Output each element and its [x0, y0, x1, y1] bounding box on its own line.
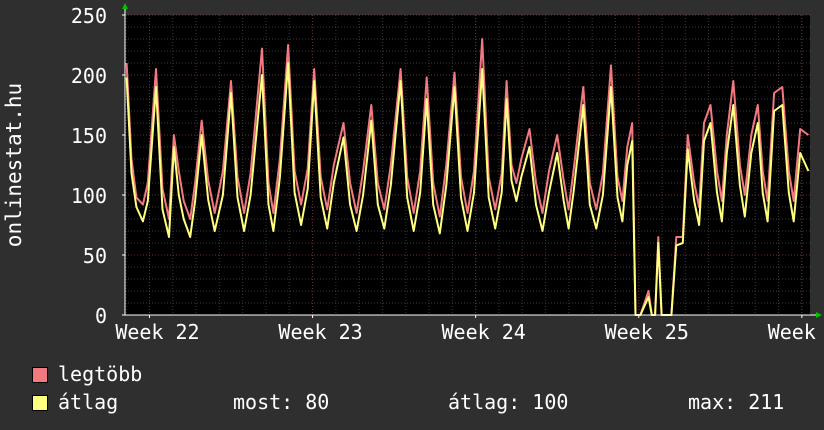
x-tick-labels: Week 22 Week 23 Week 24 Week 25 Week 26	[115, 315, 824, 344]
y-tick-label: 100	[71, 184, 107, 208]
y-tick-label: 250	[71, 4, 107, 28]
x-tick-label: Week 23	[278, 320, 362, 344]
y-tick-labels: 0 50 100 150 200 250	[71, 4, 125, 328]
y-tick-label: 200	[71, 64, 107, 88]
y-axis-label: onlinestat.hu	[2, 83, 26, 247]
x-tick-label: Week 24	[442, 320, 526, 344]
plot-area	[125, 15, 810, 315]
y-axis-arrow-icon	[122, 3, 128, 9]
y-tick-label: 150	[71, 124, 107, 148]
y-tick-label: 0	[95, 304, 107, 328]
x-tick-label: Week 25	[605, 320, 689, 344]
x-tick-label: Week 26	[768, 320, 824, 344]
x-tick-label: Week 22	[115, 320, 199, 344]
x-axis-arrow-icon	[816, 312, 822, 318]
y-tick-label: 50	[83, 244, 107, 268]
chart: 050100150200250 Week 22 Week 23 Week 24 Wee…	[2, 3, 824, 344]
